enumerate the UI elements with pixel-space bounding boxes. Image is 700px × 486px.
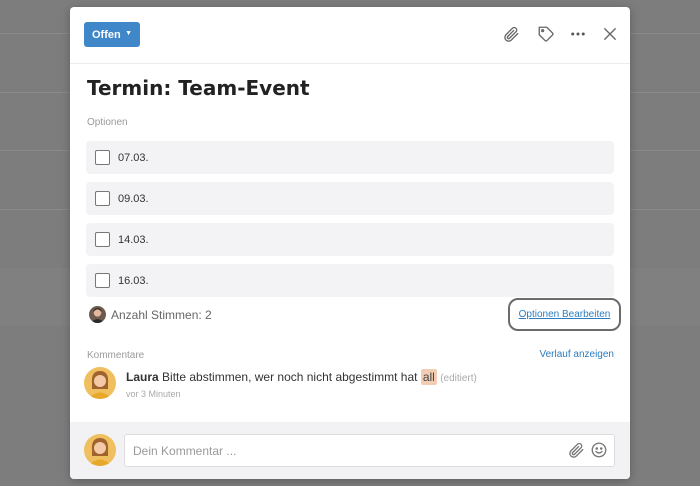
options-section-label: Optionen: [87, 117, 128, 128]
comment-composer: [70, 422, 630, 479]
emoji-icon[interactable]: [590, 441, 608, 459]
dialog-title: Termin: Team-Event: [87, 76, 310, 100]
ticket-dialog: Offen ▼ Termin: Team-Event Optionen 07.0…: [70, 7, 630, 479]
more-icon[interactable]: [569, 25, 587, 43]
option-checkbox[interactable]: [95, 232, 110, 247]
edit-options-label: Optionen Bearbeiten: [518, 309, 611, 320]
vote-count: Anzahl Stimmen: 2: [89, 306, 212, 323]
option-item[interactable]: 07.03.: [86, 141, 614, 174]
option-item[interactable]: 16.03.: [86, 264, 614, 297]
mention-tag[interactable]: all: [420, 369, 437, 385]
option-item[interactable]: 14.03.: [86, 223, 614, 256]
edit-options-link[interactable]: Optionen Bearbeiten: [508, 298, 621, 331]
option-label: 16.03.: [118, 274, 149, 287]
dialog-header: Offen ▼: [70, 7, 630, 64]
option-label: 07.03.: [118, 151, 149, 164]
option-label: 09.03.: [118, 192, 149, 205]
comment-input[interactable]: [124, 434, 615, 467]
option-checkbox[interactable]: [95, 273, 110, 288]
show-history-link[interactable]: Verlauf anzeigen: [539, 349, 614, 360]
status-label: Offen: [92, 28, 121, 41]
current-user-avatar: [84, 434, 116, 466]
tag-icon[interactable]: [537, 25, 555, 43]
comment-timestamp: vor 3 Minuten: [126, 389, 181, 399]
comment-body: Laura Bitte abstimmen, wer noch nicht ab…: [126, 369, 477, 399]
comment-item: Laura Bitte abstimmen, wer noch nicht ab…: [84, 367, 477, 399]
caret-down-icon: ▼: [125, 30, 132, 37]
comment-author: Laura: [126, 370, 159, 384]
close-icon[interactable]: [601, 25, 619, 43]
comment-text-line: Laura Bitte abstimmen, wer noch nicht ab…: [126, 369, 477, 385]
option-item[interactable]: 09.03.: [86, 182, 614, 215]
voter-avatar: [89, 306, 106, 323]
edited-marker: (editiert): [440, 373, 477, 384]
comment-author-avatar: [84, 367, 116, 399]
status-dropdown-button[interactable]: Offen ▼: [84, 22, 140, 47]
vote-count-text: Anzahl Stimmen: 2: [111, 307, 212, 322]
option-checkbox[interactable]: [95, 150, 110, 165]
attach-icon[interactable]: [567, 441, 585, 459]
paperclip-icon[interactable]: [502, 25, 520, 43]
option-checkbox[interactable]: [95, 191, 110, 206]
comment-text: Bitte abstimmen, wer noch nicht abgestim…: [162, 370, 418, 384]
comments-section-label: Kommentare: [87, 350, 145, 361]
option-label: 14.03.: [118, 233, 149, 246]
